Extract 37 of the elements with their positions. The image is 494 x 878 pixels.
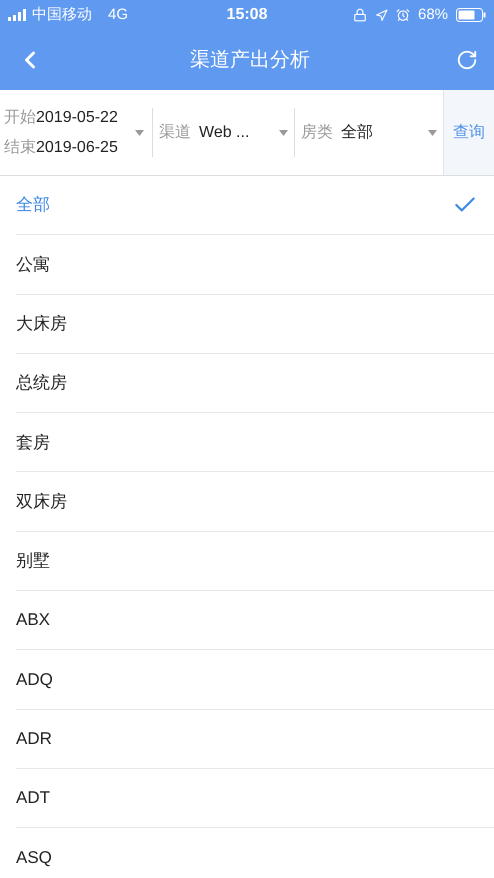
- carrier-name: 中国移动: [32, 4, 92, 25]
- status-time: 15:08: [226, 5, 268, 25]
- room-type-option[interactable]: ABX: [16, 591, 494, 650]
- signal-icon: [8, 9, 28, 21]
- room-type-option[interactable]: 全部: [16, 176, 494, 236]
- dropdown-caret-icon: [428, 130, 437, 136]
- battery-icon: [456, 8, 486, 22]
- location-icon: [374, 8, 388, 22]
- room-type-option[interactable]: ADT: [16, 768, 494, 828]
- rotation-lock-icon: [352, 8, 367, 22]
- room-type-option[interactable]: 公寓: [16, 235, 494, 295]
- room-type-label: 房类: [301, 122, 333, 142]
- start-label: 开始: [4, 108, 36, 128]
- channel-value: Web ...: [199, 122, 250, 142]
- room-type-option[interactable]: ADR: [16, 710, 494, 769]
- start-date: 2019-05-22: [36, 108, 118, 128]
- room-type-option[interactable]: 大床房: [16, 294, 494, 354]
- alarm-icon: [396, 8, 410, 22]
- channel-dropdown[interactable]: 渠道 Web ...: [153, 108, 295, 157]
- dropdown-caret-icon: [279, 130, 288, 136]
- room-type-value: 全部: [341, 122, 374, 142]
- end-date: 2019-06-25: [36, 138, 118, 158]
- date-range-picker[interactable]: 开始2019-05-22 结束2019-06-25: [0, 108, 153, 157]
- room-type-option[interactable]: ASQ: [16, 828, 494, 878]
- room-type-option[interactable]: ADQ: [16, 650, 494, 710]
- battery-percent: 68%: [418, 4, 448, 25]
- network-type: 4G: [108, 4, 128, 25]
- room-type-option[interactable]: 别墅: [16, 532, 494, 592]
- room-type-option[interactable]: 双床房: [16, 472, 494, 532]
- room-type-option[interactable]: 套房: [16, 413, 494, 472]
- page-title: 渠道产出分析: [189, 48, 311, 73]
- dropdown-caret-icon: [135, 130, 144, 136]
- channel-label: 渠道: [159, 122, 191, 142]
- room-type-option[interactable]: 总统房: [16, 354, 494, 414]
- end-label: 结束: [4, 138, 36, 158]
- room-type-dropdown[interactable]: 房类 全部: [295, 90, 443, 175]
- refresh-icon: [456, 49, 478, 71]
